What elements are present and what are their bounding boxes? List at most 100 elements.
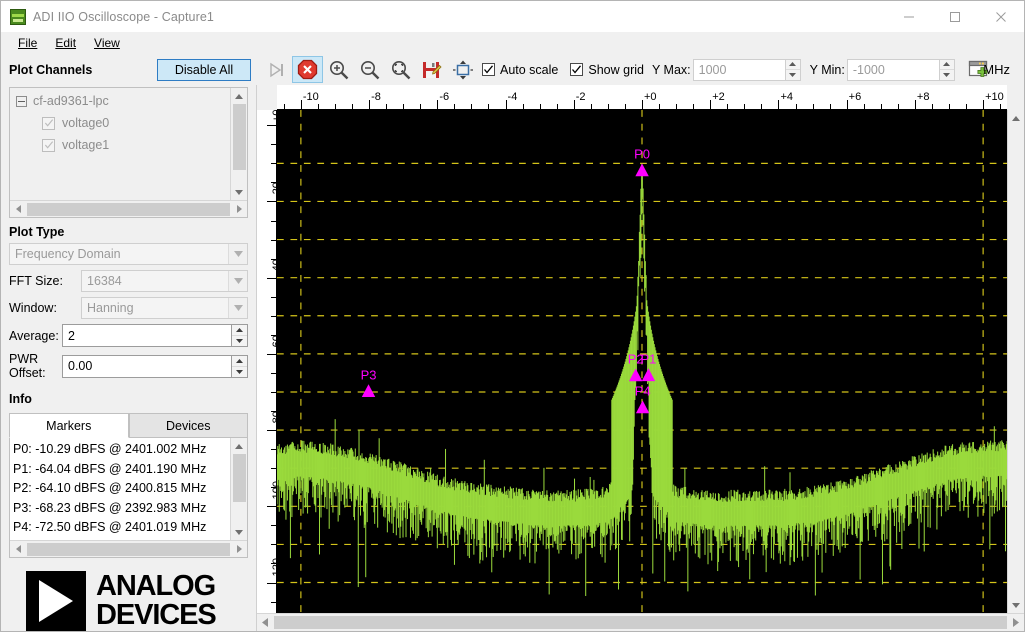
scroll-left-icon[interactable] (257, 614, 273, 631)
spectrum-plot[interactable]: P0P1P2P3P4 (277, 110, 1007, 613)
y-min-up-arrow[interactable] (939, 60, 954, 70)
maximize-button[interactable] (932, 1, 978, 32)
scroll-right-icon[interactable] (231, 201, 247, 218)
y-min-spin-arrows[interactable] (938, 58, 955, 81)
x-axis-tick (863, 104, 865, 109)
marker-label: P3 (361, 367, 377, 382)
x-axis-tick (334, 104, 336, 109)
tree-node-voltage0[interactable]: voltage0 (42, 116, 230, 130)
average-down-arrow[interactable] (232, 336, 247, 346)
pwr-offset-up-arrow[interactable] (232, 356, 247, 367)
plot-hscroll-thumb[interactable] (274, 616, 1007, 629)
chevron-down-icon[interactable] (228, 298, 247, 319)
info-header: Info (9, 392, 32, 407)
markers-vscroll-thumb[interactable] (232, 454, 246, 503)
minimize-button[interactable] (886, 1, 932, 32)
marker-triangle[interactable] (361, 384, 376, 398)
vertical-fit-button[interactable] (447, 56, 478, 83)
y-max-input[interactable] (692, 58, 785, 81)
plot-domain-select[interactable]: Frequency Domain (9, 243, 248, 266)
average-up-arrow[interactable] (232, 325, 247, 337)
zoom-fit-button[interactable] (385, 56, 416, 83)
markers-hscrollbar[interactable] (10, 540, 247, 557)
zoom-in-button[interactable] (323, 56, 354, 83)
pwr-offset-label: PWR Offset: (9, 352, 46, 381)
channel-tree-hscrollbar[interactable] (10, 200, 247, 218)
scroll-up-icon[interactable] (1008, 110, 1025, 126)
disable-all-button[interactable]: Disable All (157, 58, 251, 81)
auto-scale-checkbox[interactable] (482, 63, 495, 76)
stop-button[interactable] (292, 56, 323, 83)
menu-view[interactable]: View (85, 34, 129, 52)
y-axis-tick (267, 125, 276, 127)
show-grid-control[interactable]: Show grid (570, 63, 644, 77)
auto-scale-control[interactable]: Auto scale (482, 63, 558, 77)
marker-label: P0 (634, 146, 650, 161)
plot-hscrollbar[interactable] (257, 613, 1024, 631)
save-button[interactable] (416, 56, 447, 83)
average-input[interactable] (62, 324, 231, 348)
close-button[interactable] (978, 1, 1024, 32)
zoom-out-button[interactable] (354, 56, 385, 83)
scroll-right-icon[interactable] (1008, 614, 1024, 631)
fft-size-select[interactable]: 16384 (81, 270, 248, 293)
tab-markers[interactable]: Markers (9, 413, 129, 439)
y-axis-ruler[interactable]: +0-20-40-60-80-100-120 (257, 110, 283, 613)
channel-tree-vscroll-thumb[interactable] (232, 104, 246, 170)
y-max-spin-arrows[interactable] (784, 58, 801, 81)
voltage1-checkbox[interactable] (42, 138, 55, 152)
tab-devices[interactable]: Devices (128, 413, 248, 439)
y-max-down-arrow[interactable] (786, 70, 800, 80)
channel-tree-vscrollbar[interactable] (230, 88, 248, 201)
average-spin-arrows[interactable] (231, 324, 248, 348)
step-forward-button[interactable] (261, 56, 292, 83)
y-max-spinner[interactable] (692, 58, 801, 81)
y-min-spinner[interactable] (846, 58, 955, 81)
x-axis-ruler[interactable]: -10 -8 -6 -4 -2 +0 +2 +4 +6 +8 +10 (277, 85, 1007, 110)
x-axis-label: -2 (575, 91, 586, 103)
y-min-input[interactable] (846, 58, 939, 81)
tree-node-device[interactable]: cf-ad9361-lpc (16, 94, 230, 108)
pwr-offset-down-arrow[interactable] (232, 367, 247, 377)
scroll-left-icon[interactable] (10, 201, 26, 218)
pwr-offset-spinner[interactable] (62, 354, 248, 378)
show-grid-checkbox[interactable] (570, 63, 584, 76)
scroll-right-icon[interactable] (231, 541, 247, 558)
window-value: Hanning (87, 301, 134, 316)
average-spinner[interactable] (62, 324, 248, 348)
scroll-up-icon[interactable] (231, 88, 248, 104)
spectrum-canvas[interactable]: P0 P1 P2 P3 P4 (277, 110, 1007, 613)
scroll-up-icon[interactable] (231, 438, 248, 454)
plot-vscrollbar[interactable] (1007, 110, 1024, 613)
marker-triangle[interactable] (635, 400, 650, 414)
x-axis-tick (659, 104, 661, 109)
y-axis-tick (271, 544, 276, 546)
markers-vscrollbar[interactable] (230, 438, 247, 540)
scroll-down-icon[interactable] (231, 184, 248, 200)
scroll-left-icon[interactable] (10, 541, 26, 558)
scroll-down-icon[interactable] (231, 524, 248, 540)
y-min-down-arrow[interactable] (940, 70, 954, 80)
chevron-down-icon[interactable] (228, 244, 247, 265)
markers-hscroll-thumb[interactable] (27, 542, 230, 556)
fft-size-label: FFT Size: (9, 274, 63, 289)
show-grid-label: Show grid (588, 62, 644, 77)
window-select[interactable]: Hanning (81, 297, 248, 320)
channel-tree-content: cf-ad9361-lpc voltage0 voltage1 (10, 88, 230, 200)
marker-triangle[interactable] (635, 163, 649, 177)
y-axis-tick (271, 449, 276, 451)
collapse-icon[interactable] (16, 95, 27, 107)
chevron-down-icon[interactable] (228, 271, 247, 292)
pwr-offset-input[interactable] (62, 354, 231, 378)
tree-node-voltage1[interactable]: voltage1 (42, 138, 230, 152)
pwr-offset-spin-arrows[interactable] (231, 354, 248, 378)
plot-markers[interactable]: P0P1P2P3P4 (361, 146, 657, 414)
menu-file[interactable]: File (9, 34, 46, 52)
voltage0-checkbox[interactable] (42, 116, 55, 130)
tree-node-voltage0-label: voltage0 (62, 116, 110, 130)
channel-tree-hscroll-thumb[interactable] (27, 202, 230, 216)
x-axis-tick (300, 100, 302, 109)
scroll-down-icon[interactable] (1008, 597, 1025, 613)
y-max-up-arrow[interactable] (785, 60, 800, 70)
menu-edit[interactable]: Edit (46, 34, 85, 52)
